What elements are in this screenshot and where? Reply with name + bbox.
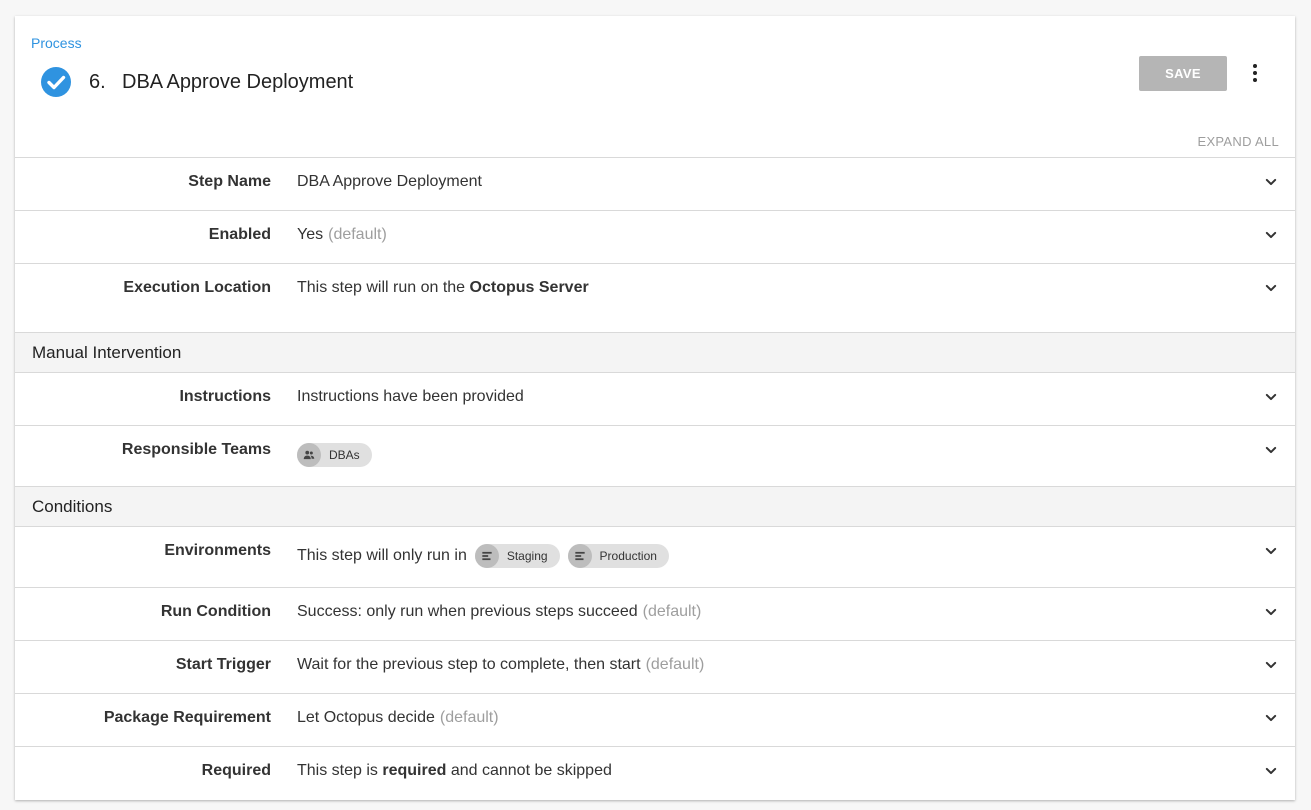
row-value: Instructions have been provided <box>297 388 524 406</box>
row-execution-location[interactable]: Execution Location This step will run on… <box>15 263 1295 332</box>
row-package-requirement[interactable]: Package Requirement Let Octopus decide (… <box>15 693 1295 746</box>
row-label: Run Condition <box>160 603 271 620</box>
team-chip: DBAs <box>297 443 372 467</box>
execution-location-target: Octopus Server <box>469 279 589 296</box>
environments-prefix: This step will only run in <box>297 547 467 564</box>
page-title: DBA Approve Deployment <box>122 71 354 93</box>
chevron-down-icon[interactable] <box>1261 387 1281 407</box>
environment-icon <box>567 544 592 568</box>
row-value: Yes (default) <box>297 226 387 244</box>
step-editor-card: Process 6. DBA Approve Deployment SAVE E… <box>15 16 1295 800</box>
package-requirement-value: Let Octopus decide <box>297 709 435 726</box>
environment-chip: Production <box>567 544 669 568</box>
environment-chip: Staging <box>474 544 560 568</box>
section-header-manual-intervention: Manual Intervention <box>15 332 1295 372</box>
expand-all-link[interactable]: EXPAND ALL <box>1197 134 1279 149</box>
chevron-down-icon[interactable] <box>1261 541 1281 561</box>
row-value: Let Octopus decide (default) <box>297 709 499 727</box>
people-icon <box>297 443 321 467</box>
row-instructions[interactable]: Instructions Instructions have been prov… <box>15 372 1295 425</box>
chevron-down-icon[interactable] <box>1261 440 1281 460</box>
default-note: (default) <box>328 226 387 243</box>
row-label: Environments <box>164 542 271 559</box>
step-number: 6. <box>89 71 106 93</box>
chevron-down-icon[interactable] <box>1261 761 1281 781</box>
row-label: Required <box>201 762 271 779</box>
more-vertical-icon[interactable] <box>1243 61 1267 85</box>
row-label: Enabled <box>208 226 271 243</box>
environment-icon <box>474 544 499 568</box>
row-start-trigger[interactable]: Start Trigger Wait for the previous step… <box>15 640 1295 693</box>
chevron-down-icon[interactable] <box>1261 225 1281 245</box>
required-suffix: and cannot be skipped <box>450 762 612 779</box>
team-chip-label: DBAs <box>329 448 360 462</box>
environment-chip-label: Staging <box>506 549 548 563</box>
execution-location-prefix: This step will run on the <box>297 279 466 296</box>
row-responsible-teams[interactable]: Responsible Teams DBAs <box>15 425 1295 486</box>
enabled-value: Yes <box>297 226 324 243</box>
step-header: Process 6. DBA Approve Deployment SAVE E… <box>15 16 1295 157</box>
start-trigger-value: Wait for the previous step to complete, … <box>297 656 641 673</box>
row-label: Execution Location <box>123 279 271 296</box>
row-value: Wait for the previous step to complete, … <box>297 656 704 674</box>
default-note: (default) <box>645 656 705 673</box>
instructions-value: Instructions have been provided <box>297 388 524 405</box>
row-step-name[interactable]: Step Name DBA Approve Deployment <box>15 157 1295 210</box>
row-label: Step Name <box>188 173 271 190</box>
row-label: Package Requirement <box>103 709 271 726</box>
default-note: (default) <box>439 709 499 726</box>
breadcrumb-process-link[interactable]: Process <box>31 35 82 51</box>
save-button[interactable]: SAVE <box>1139 56 1227 91</box>
check-circle-icon <box>40 66 72 98</box>
environment-chip-label: Production <box>599 549 657 563</box>
step-name-value: DBA Approve Deployment <box>297 173 482 190</box>
chevron-down-icon[interactable] <box>1261 602 1281 622</box>
row-enabled[interactable]: Enabled Yes (default) <box>15 210 1295 263</box>
row-value: Success: only run when previous steps su… <box>297 603 701 621</box>
row-value: This step is required and cannot be skip… <box>297 762 612 780</box>
default-note: (default) <box>642 603 702 620</box>
row-label: Responsible Teams <box>121 441 271 458</box>
row-label: Start Trigger <box>175 656 271 673</box>
section-header-conditions: Conditions <box>15 486 1295 526</box>
chevron-down-icon[interactable] <box>1261 278 1281 298</box>
chevron-down-icon[interactable] <box>1261 172 1281 192</box>
row-value: This step will run on the Octopus Server <box>297 279 589 297</box>
row-value: DBA Approve Deployment <box>297 173 482 191</box>
row-environments[interactable]: Environments This step will only run in … <box>15 526 1295 587</box>
required-prefix: This step is <box>297 762 378 779</box>
row-run-condition[interactable]: Run Condition Success: only run when pre… <box>15 587 1295 640</box>
run-condition-value: Success: only run when previous steps su… <box>297 603 638 620</box>
row-required[interactable]: Required This step is required and canno… <box>15 746 1295 799</box>
row-label: Instructions <box>179 388 271 405</box>
row-value: DBAs <box>297 443 380 467</box>
row-value: This step will only run in Staging Produ… <box>297 544 677 568</box>
chevron-down-icon[interactable] <box>1261 708 1281 728</box>
required-bold: required <box>382 762 447 779</box>
chevron-down-icon[interactable] <box>1261 655 1281 675</box>
